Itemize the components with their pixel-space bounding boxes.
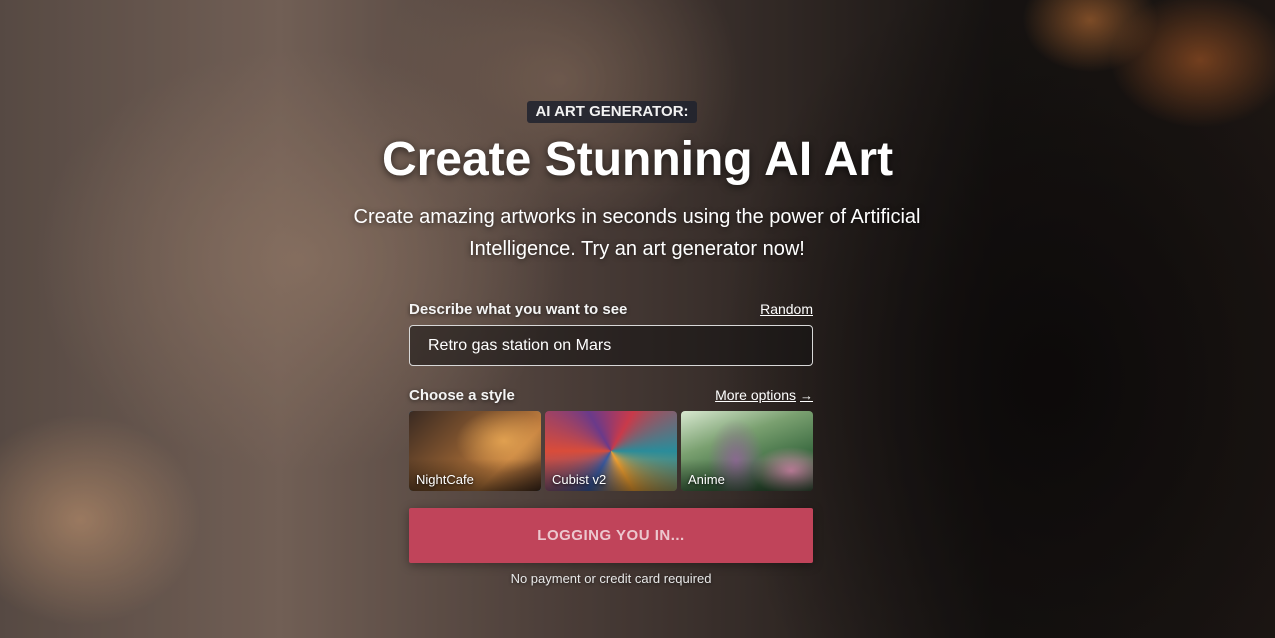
create-button[interactable]: LOGGING YOU IN... — [409, 508, 813, 563]
more-options-link[interactable]: More options → — [715, 387, 813, 403]
style-option-label: Cubist v2 — [552, 472, 607, 487]
arrow-right-icon: → — [800, 388, 813, 403]
style-label: Choose a style — [409, 386, 515, 404]
style-options: NightCafe Cubist v2 Anime — [409, 411, 813, 491]
generator-form: Describe what you want to see Random Cho… — [409, 298, 813, 586]
style-option-label: Anime — [688, 472, 725, 487]
prompt-input[interactable] — [409, 325, 813, 366]
style-option-label: NightCafe — [416, 472, 474, 487]
style-option-nightcafe[interactable]: NightCafe — [409, 411, 541, 491]
page-subtitle: Create amazing artworks in seconds using… — [353, 206, 921, 260]
page-title: Create Stunning AI Art — [381, 133, 894, 186]
random-link[interactable]: Random — [760, 301, 813, 317]
prompt-label-row: Describe what you want to see Random — [409, 298, 813, 320]
style-option-cubist[interactable]: Cubist v2 — [545, 411, 677, 491]
hero-section: AI ART GENERATOR: Create Stunning AI Art… — [0, 0, 1275, 638]
style-label-row: Choose a style More options → — [409, 384, 813, 406]
prompt-label: Describe what you want to see — [409, 300, 628, 318]
payment-note: No payment or credit card required — [510, 571, 712, 586]
style-option-anime[interactable]: Anime — [681, 411, 813, 491]
more-options-label: More options — [715, 387, 796, 403]
eyebrow-badge: AI ART GENERATOR: — [527, 101, 697, 123]
